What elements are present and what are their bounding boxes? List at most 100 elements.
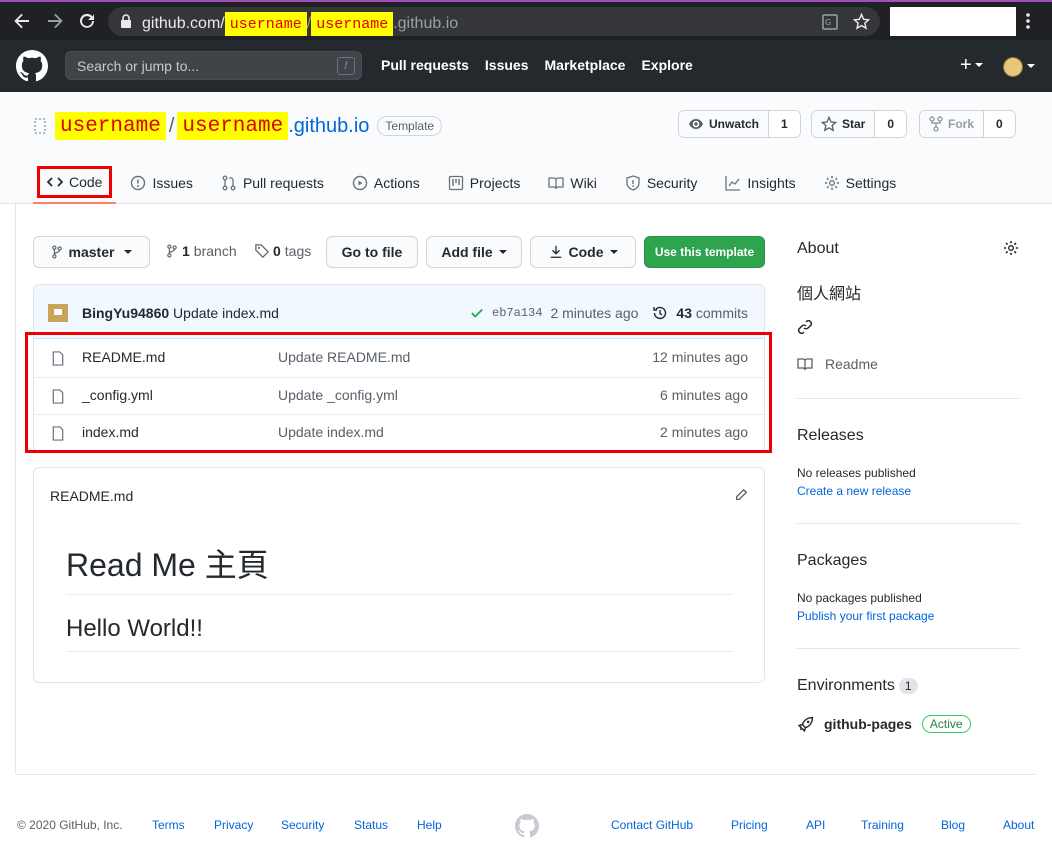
- branch-count-link[interactable]: 1 branch: [166, 243, 237, 259]
- environment-item[interactable]: github-pages Active: [797, 715, 1019, 733]
- repo-title: username / username .github.io Template: [33, 112, 443, 140]
- commit-author[interactable]: BingYu94860: [82, 305, 169, 321]
- book-icon: [548, 177, 565, 190]
- footer-link-training[interactable]: Training: [861, 818, 904, 832]
- profile-area[interactable]: [890, 7, 1016, 36]
- annotation-highlight-box: [25, 332, 772, 453]
- tab-wiki[interactable]: Wiki: [534, 162, 610, 204]
- repo-owner[interactable]: username: [55, 112, 166, 140]
- packages-heading[interactable]: Packages: [797, 552, 1019, 570]
- nav-marketplace[interactable]: Marketplace: [545, 57, 626, 73]
- plus-icon: +: [960, 54, 972, 76]
- packages-section: Packages: [797, 552, 1019, 570]
- avatar[interactable]: [1003, 57, 1023, 77]
- footer-link-help[interactable]: Help: [417, 818, 442, 832]
- star-button-group: Star 0: [811, 110, 908, 138]
- branch-select-button[interactable]: master: [33, 236, 150, 268]
- create-release-link[interactable]: Create a new release: [797, 484, 1019, 498]
- back-arrow-icon[interactable]: [12, 11, 32, 31]
- tab-code[interactable]: Code: [33, 162, 117, 204]
- branch-icon: [51, 245, 62, 259]
- tab-insights[interactable]: Insights: [711, 162, 809, 204]
- repo-name-highlight[interactable]: username: [177, 112, 289, 140]
- readme-link[interactable]: Readme: [797, 356, 1019, 372]
- footer-link-security[interactable]: Security: [281, 818, 324, 832]
- readme-filename: README.md: [50, 488, 134, 504]
- footer-link-about[interactable]: About: [1003, 818, 1034, 832]
- search-placeholder: Search or jump to...: [77, 58, 200, 74]
- tab-issues-label: Issues: [152, 175, 193, 191]
- tab-pull-requests[interactable]: Pull requests: [207, 162, 338, 204]
- publish-package-link[interactable]: Publish your first package: [797, 609, 1019, 623]
- tag-count-link[interactable]: 0 tags: [255, 243, 311, 259]
- history-icon: [653, 306, 667, 320]
- star-button[interactable]: Star: [812, 111, 875, 137]
- fork-count[interactable]: 0: [983, 111, 1015, 137]
- branch-icon: [167, 244, 177, 258]
- go-to-file-button[interactable]: Go to file: [326, 236, 418, 268]
- chevron-down-icon[interactable]: [1027, 64, 1035, 68]
- pencil-icon[interactable]: [734, 488, 748, 502]
- eye-icon: [689, 119, 703, 129]
- footer-link-terms[interactable]: Terms: [152, 818, 185, 832]
- code-download-button[interactable]: Code: [530, 236, 636, 268]
- pull-request-icon: [222, 175, 236, 191]
- tab-issues[interactable]: Issues: [116, 162, 206, 204]
- repo-name[interactable]: .github.io: [288, 115, 369, 138]
- url-suffix: .github.io: [393, 15, 459, 32]
- github-header: Search or jump to... / Pull requests Iss…: [0, 40, 1052, 92]
- footer-link-pricing[interactable]: Pricing: [731, 818, 768, 832]
- environments-section: Environments 1: [797, 677, 1019, 695]
- tab-settings[interactable]: Settings: [810, 162, 911, 204]
- svg-text:G: G: [825, 18, 831, 27]
- unwatch-button[interactable]: Unwatch: [679, 111, 769, 137]
- browser-menu-icon[interactable]: [1026, 12, 1030, 30]
- search-input[interactable]: Search or jump to... /: [65, 51, 362, 80]
- repo-description: 個人網站: [797, 286, 862, 303]
- commit-message-text[interactable]: Update index.md: [173, 305, 279, 321]
- tab-security[interactable]: Security: [611, 162, 712, 204]
- use-template-button[interactable]: Use this template: [644, 236, 765, 268]
- status-badge: Active: [921, 715, 971, 733]
- url-text: github.com/ username / username .github.…: [142, 12, 458, 36]
- gear-icon[interactable]: [1003, 240, 1019, 256]
- commit-time: 2 minutes ago: [550, 305, 639, 321]
- releases-heading[interactable]: Releases: [797, 427, 1019, 445]
- repo-separator: /: [168, 114, 175, 137]
- github-logo-icon[interactable]: [515, 814, 539, 838]
- github-logo-icon[interactable]: [16, 50, 48, 82]
- footer-link-status[interactable]: Status: [354, 818, 388, 832]
- footer-link-blog[interactable]: Blog: [941, 818, 965, 832]
- reload-icon[interactable]: [77, 11, 97, 31]
- readme-heading: Read Me 主頁: [66, 540, 733, 595]
- commit-sha[interactable]: eb7a134: [492, 306, 542, 320]
- bookmark-star-icon[interactable]: [853, 13, 870, 30]
- divider: [797, 398, 1019, 399]
- forward-arrow-icon[interactable]: [45, 11, 65, 31]
- tab-code-label: Code: [69, 174, 103, 190]
- translate-icon[interactable]: G: [822, 14, 838, 30]
- watch-count[interactable]: 1: [768, 111, 800, 137]
- add-file-button[interactable]: Add file: [426, 236, 522, 268]
- code-icon: [47, 177, 63, 187]
- link-icon[interactable]: [797, 319, 813, 335]
- environments-heading-label: Environments: [797, 677, 895, 694]
- environment-name[interactable]: github-pages: [824, 716, 912, 732]
- nav-issues[interactable]: Issues: [485, 57, 529, 73]
- divider: [797, 523, 1019, 524]
- url-domain: github.com/: [142, 15, 225, 32]
- create-new-button[interactable]: +: [960, 54, 983, 76]
- nav-explore[interactable]: Explore: [641, 57, 692, 73]
- tab-actions[interactable]: Actions: [338, 162, 434, 204]
- fork-button[interactable]: Fork: [920, 111, 984, 137]
- commit-count-link[interactable]: 43 commits: [676, 305, 748, 321]
- environments-heading[interactable]: Environments 1: [797, 677, 1019, 695]
- footer-link-api[interactable]: API: [806, 818, 825, 832]
- avatar[interactable]: [48, 304, 68, 322]
- footer-link-contact[interactable]: Contact GitHub: [611, 818, 693, 832]
- footer-link-privacy[interactable]: Privacy: [214, 818, 253, 832]
- address-bar[interactable]: github.com/ username / username .github.…: [108, 7, 880, 36]
- tab-projects[interactable]: Projects: [434, 162, 535, 204]
- star-count[interactable]: 0: [874, 111, 907, 137]
- nav-pull-requests[interactable]: Pull requests: [381, 57, 469, 73]
